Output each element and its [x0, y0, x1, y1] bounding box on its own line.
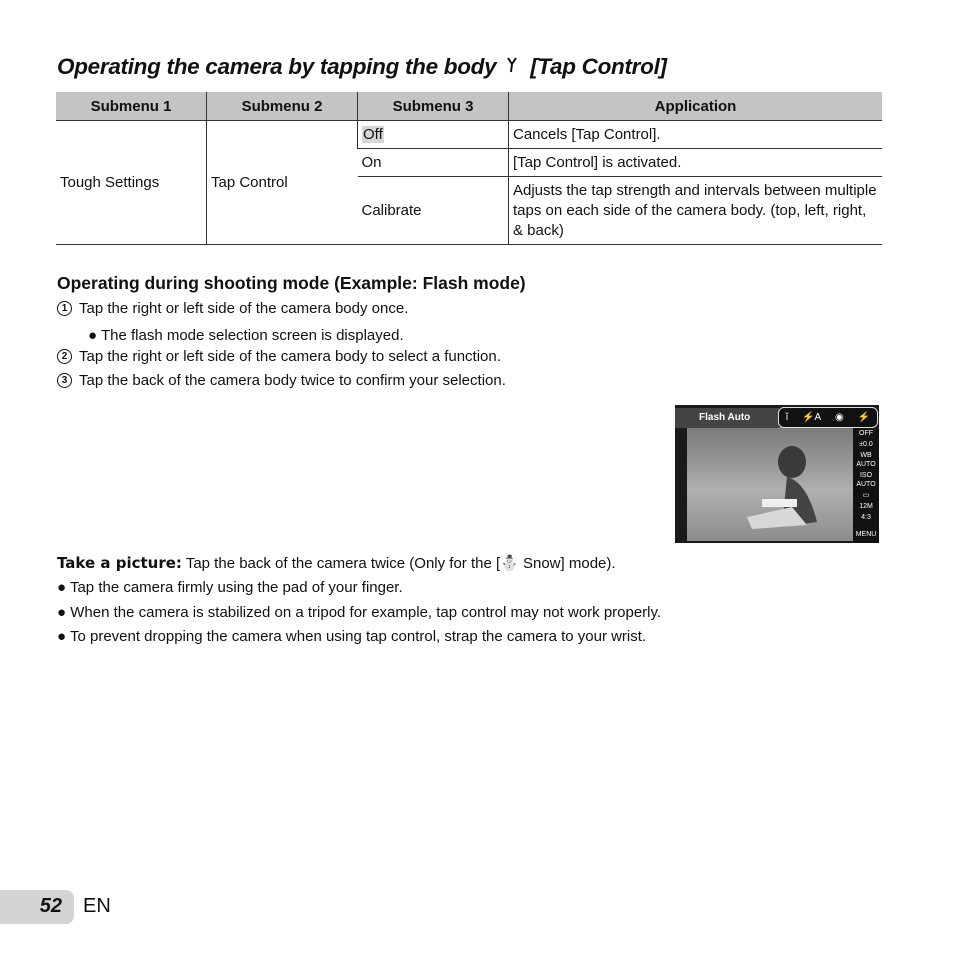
step-number-icon: 3 — [57, 373, 72, 388]
note-2: ● When the camera is stabilized on a tri… — [57, 604, 662, 621]
note-text: To prevent dropping the camera when usin… — [69, 628, 647, 645]
note-text: When the camera is stabilized on a tripo… — [70, 604, 662, 621]
header-submenu3: Submenu 3 — [357, 92, 509, 121]
submenu1-cell: Tough Settings — [56, 120, 207, 245]
step-1: 1 Tap the right or left side of the came… — [57, 300, 408, 317]
drive-icon: ▭ — [862, 492, 870, 499]
take-picture-label: Take a picture: — [57, 554, 182, 572]
image-size-indicator: 12M — [859, 503, 873, 510]
page-number-box: 52 — [0, 890, 74, 924]
title-tag: [Tap Control] — [530, 54, 667, 79]
menu-indicator: MENU — [855, 531, 877, 538]
aspect-indicator: 4:3 — [861, 514, 871, 521]
header-submenu2: Submenu 2 — [206, 92, 358, 121]
option-off: Off — [362, 125, 384, 143]
step-text: Tap the right or left side of the camera… — [79, 348, 501, 365]
red-eye-icon: ◉ — [835, 412, 844, 423]
settings-table: Submenu 1 Submenu 2 Submenu 3 Applicatio… — [56, 92, 882, 245]
person-reading-figure — [747, 446, 817, 529]
wb-indicator: WB AUTO — [856, 452, 876, 468]
camera-side-panel: OFF ±0.0 WB AUTO ISO AUTO ▭ 12M 4:3 MENU — [853, 429, 879, 543]
take-picture-text: Tap the back of the camera twice (Only f… — [185, 555, 501, 572]
flash-auto-icon: ⚡A — [802, 412, 822, 423]
flash-icon: ⚡ — [857, 412, 871, 423]
step-number-icon: 1 — [57, 301, 72, 316]
submenu3-cell: On — [357, 148, 509, 177]
timer-off-indicator: OFF — [859, 430, 873, 437]
note-text: The flash mode selection screen is displ… — [100, 327, 404, 344]
tap-icon: ǐ — [785, 412, 789, 423]
photo-scene — [687, 427, 853, 541]
page-title: Operating the camera by tapping the body… — [57, 54, 667, 80]
step-1-note: ● The flash mode selection screen is dis… — [88, 327, 404, 344]
section-heading: Operating during shooting mode (Example:… — [57, 273, 526, 293]
step-number-icon: 2 — [57, 349, 72, 364]
step-text: Tap the back of the camera body twice to… — [79, 372, 506, 389]
note-text: Tap the camera firmly using the pad of y… — [69, 579, 403, 596]
application-cell: Cancels [Tap Control]. — [508, 120, 882, 149]
flash-mode-label: Flash Auto — [675, 408, 779, 428]
note-3: ● To prevent dropping the camera when us… — [57, 628, 647, 645]
submenu3-cell: Off — [357, 120, 509, 149]
camera-screen-image: Flash Auto ǐ ⚡A ◉ ⚡ OFF ±0.0 WB AUTO ISO… — [675, 405, 879, 543]
table-row: Tough Settings Tap Control Off Cancels [… — [56, 120, 882, 245]
submenu2-cell: Tap Control — [206, 120, 358, 245]
title-text: Operating the camera by tapping the body — [57, 54, 497, 79]
header-application: Application — [508, 92, 882, 121]
iso-indicator: ISO AUTO — [856, 472, 876, 488]
application-cell: Adjusts the tap strength and intervals b… — [508, 176, 882, 245]
language-label: EN — [83, 895, 111, 917]
header-submenu1: Submenu 1 — [56, 92, 207, 121]
note-1: ● Tap the camera firmly using the pad of… — [57, 579, 403, 596]
take-picture-text-end: Snow] mode). — [518, 555, 616, 572]
step-2: 2 Tap the right or left side of the came… — [57, 348, 501, 365]
snow-mode-icon: ⛄ — [500, 555, 519, 572]
page-number: 52 — [39, 895, 62, 917]
application-cell: [Tap Control] is activated. — [508, 148, 882, 177]
step-text: Tap the right or left side of the camera… — [79, 300, 409, 317]
tap-control-icon — [506, 54, 520, 80]
step-3: 3 Tap the back of the camera body twice … — [57, 372, 506, 389]
flash-options-bar: ǐ ⚡A ◉ ⚡ — [778, 407, 878, 428]
exposure-indicator: ±0.0 — [859, 441, 873, 448]
take-picture-line: Take a picture: Tap the back of the came… — [57, 554, 616, 572]
submenu3-cell: Calibrate — [357, 176, 509, 245]
